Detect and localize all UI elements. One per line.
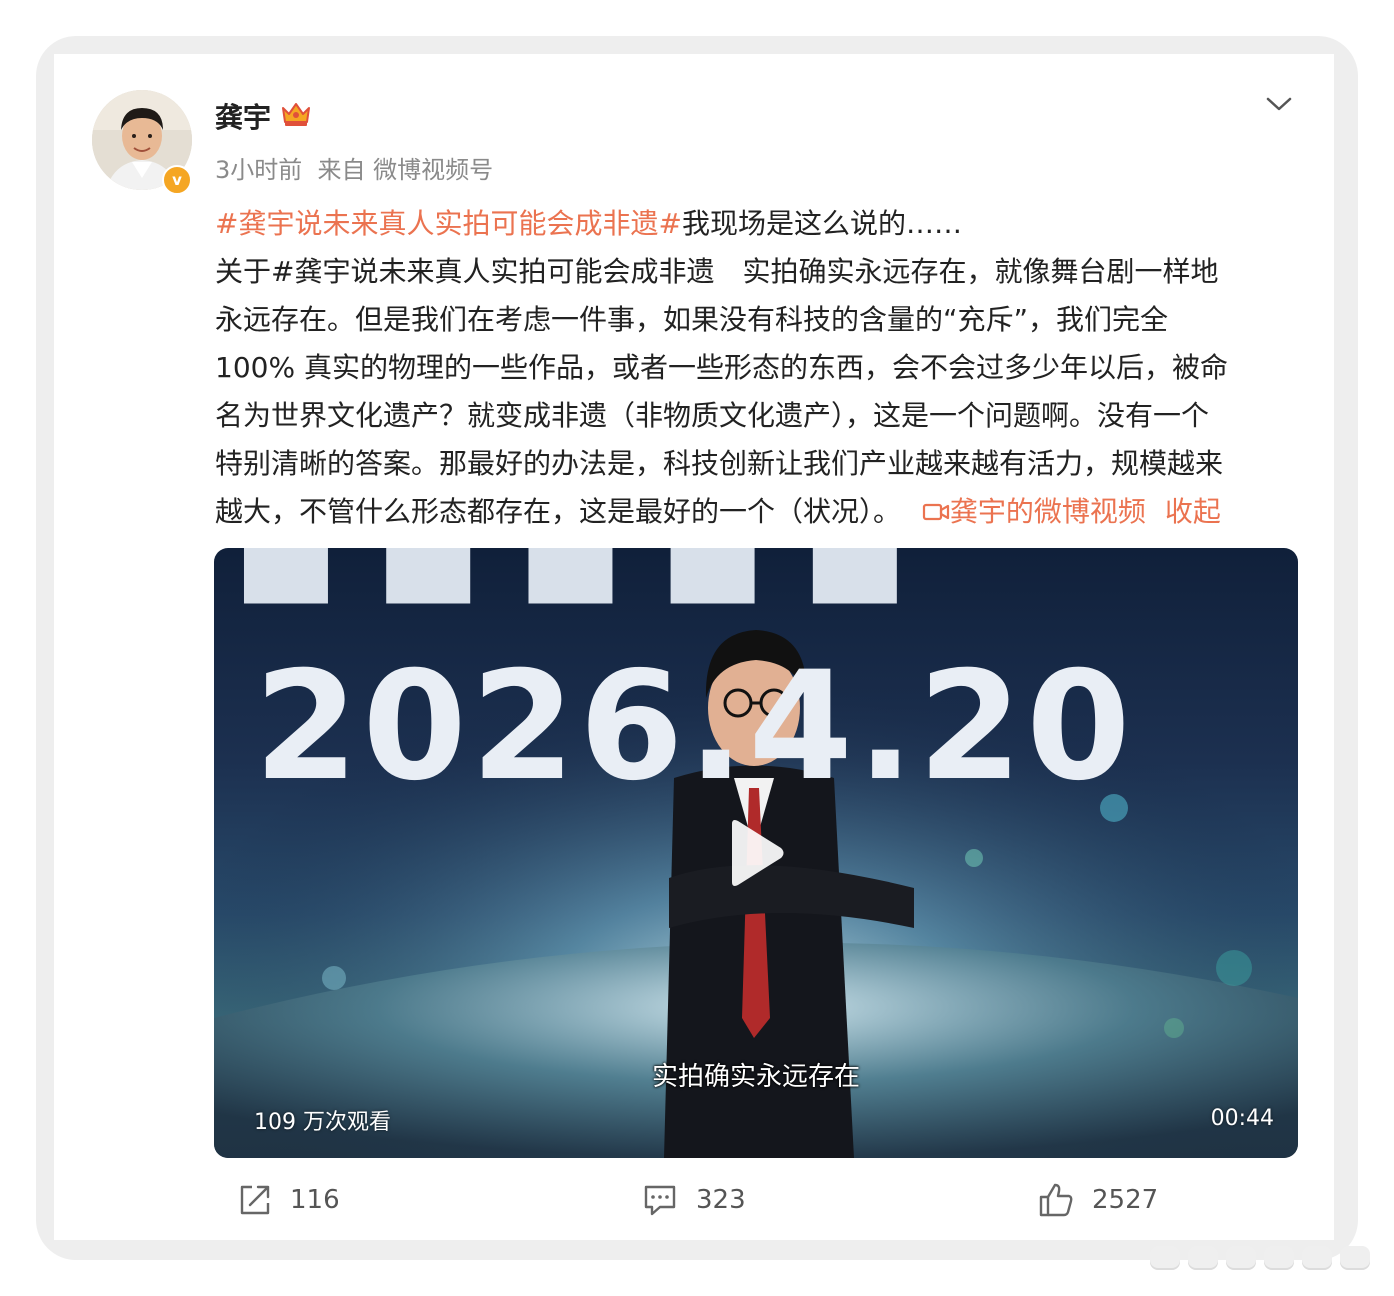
text-line-1: 实拍确实永远存在，就像舞台剧一样地 <box>714 255 1219 288</box>
inline-hashtag: #龚宇说未来真人实拍可能会成非遗 <box>271 255 715 288</box>
video-text-fragment: ■ ■ ■ ■ ■ <box>234 548 907 616</box>
verified-badge-icon: v <box>162 165 192 195</box>
author-name[interactable]: 龚宇 <box>215 96 271 136</box>
collapse-link[interactable]: 收起 <box>1165 495 1221 528</box>
video-link-text: 龚宇的微博视频 <box>949 495 1146 528</box>
text-line-6: 越大，不管什么形态都存在，这是最好的一个（状况）。 <box>215 495 902 528</box>
text-line-3: 100% 真实的物理的一些作品，或者一些形态的东西，会不会过多少年以后，被命 <box>215 351 1228 384</box>
post-title-text: 我现场是这么说的…… <box>681 207 962 240</box>
post-text: #龚宇说未来真人实拍可能会成非遗#我现场是这么说的…… 关于#龚宇说未来真人实拍… <box>215 200 1305 536</box>
comment-button[interactable]: 323 <box>642 1178 746 1222</box>
view-count: 109 万次观看 <box>254 1110 391 1135</box>
repost-icon <box>240 1185 270 1215</box>
like-count: 2527 <box>1092 1185 1159 1215</box>
comment-count: 323 <box>696 1185 746 1215</box>
post-meta: 3小时前 来自 微博视频号 <box>215 156 494 184</box>
chevron-down-icon[interactable] <box>1265 94 1293 118</box>
repost-button[interactable]: 116 <box>238 1178 340 1222</box>
avatar[interactable]: v <box>92 90 192 195</box>
video-link[interactable]: 龚宇的微博视频 <box>922 495 1155 528</box>
video-date-text: 2026.4.20 <box>254 640 1135 814</box>
topic-hashtag[interactable]: #龚宇说未来真人实拍可能会成非遗# <box>215 207 682 240</box>
play-icon[interactable] <box>726 818 786 892</box>
text-line-4: 名为世界文化遗产？就变成非遗（非物质文化遗产），这是一个问题啊。没有一个 <box>215 399 1210 432</box>
comment-icon <box>644 1185 676 1216</box>
like-button[interactable]: 2527 <box>1038 1178 1158 1222</box>
crown-icon <box>280 100 312 132</box>
text-line-2: 永远存在。但是我们在考虑一件事，如果没有科技的含量的“充斥”，我们完全 <box>215 303 1169 336</box>
video-subtitle: 实拍确实永远存在 <box>651 1062 860 1092</box>
scrollbar-track[interactable] <box>1150 1246 1370 1270</box>
like-icon <box>1039 1183 1073 1217</box>
video-link-icon <box>922 503 950 521</box>
repost-count: 116 <box>290 1185 340 1215</box>
text-line-5: 特别清晰的答案。那最好的办法是，科技创新让我们产业越来越有活力，规模越来 <box>215 447 1224 480</box>
video-duration: 00:44 <box>1210 1106 1274 1131</box>
text-prefix: 关于 <box>215 255 272 288</box>
video-player[interactable]: ■ ■ ■ ■ ■ 2026.4.20 实拍确实永远存在 109 万次观看 00… <box>214 548 1298 1158</box>
